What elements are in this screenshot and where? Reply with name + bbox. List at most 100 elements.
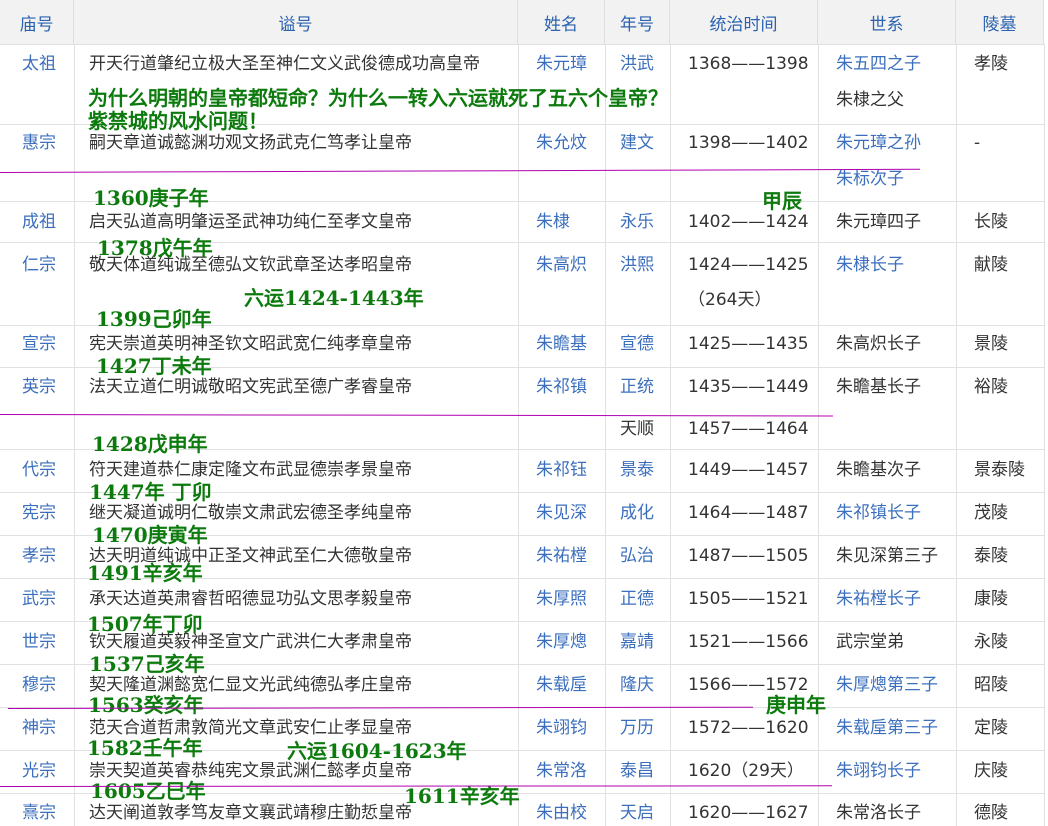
lineage-text[interactable]: 朱祐樘长子 bbox=[836, 589, 921, 609]
temple-name-link[interactable]: 成祖 bbox=[22, 212, 56, 232]
lineage-text[interactable]: 朱祁镇长子 bbox=[836, 503, 921, 523]
emperor-name-link[interactable]: 朱厚照 bbox=[536, 589, 587, 609]
era-name-link[interactable]: 泰昌 bbox=[620, 761, 654, 781]
temple-name-link[interactable]: 世宗 bbox=[22, 632, 56, 652]
temple-name-link[interactable]: 光宗 bbox=[22, 761, 56, 781]
annotation-note: 庚申年 bbox=[766, 693, 826, 717]
temple-name-link[interactable]: 代宗 bbox=[22, 460, 56, 480]
tomb-name: 德陵 bbox=[974, 803, 1008, 823]
temple-name-link[interactable]: 武宗 bbox=[22, 589, 56, 609]
second-era-name: 天顺 bbox=[620, 419, 654, 439]
lineage-text[interactable]: 朱标次子 bbox=[836, 169, 904, 189]
posthumous-name: 开天行道肇纪立极大圣至神仁文义武俊德成功高皇帝 bbox=[89, 54, 480, 74]
tomb-name: 茂陵 bbox=[974, 503, 1008, 523]
era-name-link[interactable]: 建文 bbox=[620, 133, 654, 153]
era-name-link[interactable]: 正统 bbox=[620, 377, 654, 397]
emperor-name-link[interactable]: 朱瞻基 bbox=[536, 334, 587, 354]
temple-name-link[interactable]: 太祖 bbox=[22, 54, 56, 74]
posthumous-name: 范天合道哲肃敦简光文章武安仁止孝显皇帝 bbox=[89, 718, 412, 738]
lineage-text[interactable]: 朱翊钧长子 bbox=[836, 761, 921, 781]
temple-name-link[interactable]: 穆宗 bbox=[22, 675, 56, 695]
emperor-name-link[interactable]: 朱祐樘 bbox=[536, 546, 587, 566]
era-name-link[interactable]: 景泰 bbox=[620, 460, 654, 480]
reign-period: 1572——1620 bbox=[688, 718, 809, 738]
temple-name-link[interactable]: 熹宗 bbox=[22, 803, 56, 823]
lineage-text: 朱瞻基长子 bbox=[836, 377, 921, 397]
annotation-note: 1447年 丁卯 bbox=[89, 480, 212, 504]
lineage-text[interactable]: 朱厚熜第三子 bbox=[836, 675, 938, 695]
lineage-text: 武宗堂弟 bbox=[836, 632, 904, 652]
lineage-text: 朱见深第三子 bbox=[836, 546, 938, 566]
tomb-name: 定陵 bbox=[974, 718, 1008, 738]
lineage-text[interactable]: 朱棣长子 bbox=[836, 255, 904, 275]
temple-name-link[interactable]: 仁宗 bbox=[22, 255, 56, 275]
lineage-text[interactable]: 朱元璋之孙 bbox=[836, 133, 921, 153]
emperor-name-link[interactable]: 朱见深 bbox=[536, 503, 587, 523]
posthumous-name: 嗣天章道诚懿渊功观文扬武克仁笃孝让皇帝 bbox=[89, 133, 412, 153]
posthumous-name: 继天凝道诚明仁敬崇文肃武宏德圣孝纯皇帝 bbox=[89, 503, 412, 523]
reign-period: 1398——1402 bbox=[688, 133, 809, 153]
lineage-text: 朱棣之父 bbox=[836, 90, 904, 110]
header-lineage: 世系 bbox=[818, 0, 956, 44]
emperor-name-link[interactable]: 朱元璋 bbox=[536, 54, 587, 74]
emperor-name-link[interactable]: 朱高炽 bbox=[536, 255, 587, 275]
reign-period: 1435——1449 bbox=[688, 377, 809, 397]
annotation-note: 1427丁未年 bbox=[96, 354, 212, 378]
era-name-link[interactable]: 宣德 bbox=[620, 334, 654, 354]
era-name-link[interactable]: 嘉靖 bbox=[620, 632, 654, 652]
emperor-name-link[interactable]: 朱载垕 bbox=[536, 675, 587, 695]
lineage-text[interactable]: 朱载垕第三子 bbox=[836, 718, 938, 738]
annotation-note: 1563癸亥年 bbox=[88, 693, 204, 717]
column-divider bbox=[670, 44, 671, 826]
header-reign-period: 统治时间 bbox=[670, 0, 818, 44]
temple-name-link[interactable]: 孝宗 bbox=[22, 546, 56, 566]
tomb-name: 景陵 bbox=[974, 334, 1008, 354]
annotation-note: 1399己卯年 bbox=[96, 307, 212, 331]
annotation-note: 1582壬午年 bbox=[87, 736, 203, 760]
annotation-note: 1470庚寅年 bbox=[92, 523, 208, 547]
era-name-link[interactable]: 万历 bbox=[620, 718, 654, 738]
annotation-note: 1378戊午年 bbox=[97, 236, 213, 260]
annotation-note: 1611辛亥年 bbox=[404, 784, 520, 808]
annotation-note: 1491辛亥年 bbox=[87, 561, 203, 585]
lineage-text: 朱高炽长子 bbox=[836, 334, 921, 354]
emperor-name-link[interactable]: 朱常洛 bbox=[536, 761, 587, 781]
era-name-link[interactable]: 隆庆 bbox=[620, 675, 654, 695]
marker-line bbox=[7, 706, 753, 709]
era-name-link[interactable]: 成化 bbox=[620, 503, 654, 523]
temple-name-link[interactable]: 惠宗 bbox=[22, 133, 56, 153]
marker-line bbox=[0, 414, 833, 417]
emperor-name-link[interactable]: 朱翊钧 bbox=[536, 718, 587, 738]
column-divider bbox=[956, 44, 957, 826]
second-reign-period: 1457——1464 bbox=[688, 419, 809, 439]
era-name-link[interactable]: 洪武 bbox=[620, 54, 654, 74]
tomb-name: 庆陵 bbox=[974, 761, 1008, 781]
era-name-link[interactable]: 天启 bbox=[620, 803, 654, 823]
tomb-name: 长陵 bbox=[974, 212, 1008, 232]
posthumous-name: 启天弘道高明肇运圣武神功纯仁至孝文皇帝 bbox=[89, 212, 412, 232]
tomb-name: 孝陵 bbox=[974, 54, 1008, 74]
reign-period: 1620（29天） bbox=[688, 761, 804, 781]
temple-name-link[interactable]: 宣宗 bbox=[22, 334, 56, 354]
emperor-name-link[interactable]: 朱厚熜 bbox=[536, 632, 587, 652]
lineage-text[interactable]: 朱五四之子 bbox=[836, 54, 921, 74]
emperor-name-link[interactable]: 朱棣 bbox=[536, 212, 570, 232]
temple-name-link[interactable]: 宪宗 bbox=[22, 503, 56, 523]
emperor-name-link[interactable]: 朱祁镇 bbox=[536, 377, 587, 397]
annotation-note: 甲辰 bbox=[762, 189, 802, 213]
column-divider bbox=[518, 44, 519, 826]
emperor-name-link[interactable]: 朱祁钰 bbox=[536, 460, 587, 480]
era-name-link[interactable]: 正德 bbox=[620, 589, 654, 609]
era-name-link[interactable]: 洪熙 bbox=[620, 255, 654, 275]
emperor-name-link[interactable]: 朱由校 bbox=[536, 803, 587, 823]
era-name-link[interactable]: 弘治 bbox=[620, 546, 654, 566]
header-tomb: 陵墓 bbox=[956, 0, 1044, 44]
annotation-note: 1428戊申年 bbox=[92, 432, 208, 456]
emperor-name-link[interactable]: 朱允炆 bbox=[536, 133, 587, 153]
annotation-title-line2: 紫禁城的风水问题！ bbox=[88, 109, 268, 133]
temple-name-link[interactable]: 神宗 bbox=[22, 718, 56, 738]
lineage-text: 朱元璋四子 bbox=[836, 212, 921, 232]
temple-name-link[interactable]: 英宗 bbox=[22, 377, 56, 397]
era-name-link[interactable]: 永乐 bbox=[620, 212, 654, 232]
lineage-text: 朱常洛长子 bbox=[836, 803, 921, 823]
